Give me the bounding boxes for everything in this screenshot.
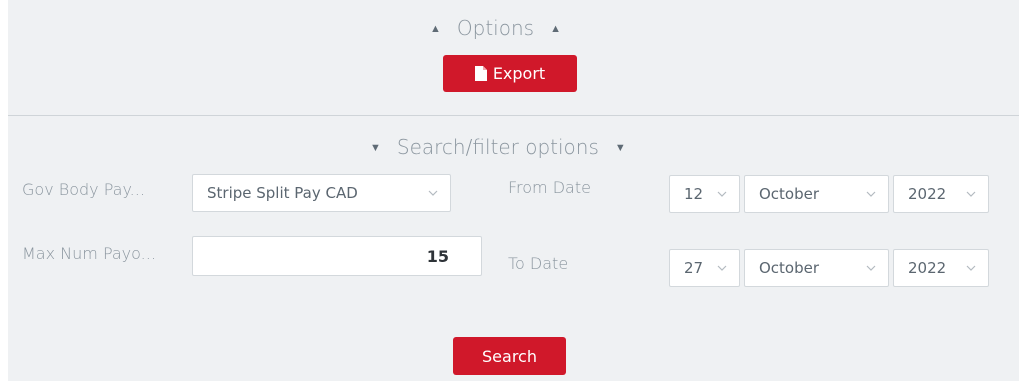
to-date-year-select[interactable]: 2022 (893, 249, 989, 287)
chevron-down-icon (717, 191, 727, 197)
from-date-day-value: 12 (684, 185, 704, 203)
from-date-label: From Date (508, 178, 591, 197)
chevron-down-icon (866, 191, 876, 197)
gov-body-select-value: Stripe Split Pay CAD (207, 184, 358, 202)
max-num-label: Max Num Payo... (22, 244, 156, 263)
chevron-down-icon (966, 265, 976, 271)
chevron-down-icon (428, 190, 438, 196)
from-date-month-select[interactable]: October (744, 175, 889, 213)
options-panel: ▲ Options ▲ Export ▼ Search/filter optio… (8, 0, 1019, 381)
chevron-down-icon (866, 265, 876, 271)
export-button[interactable]: Export (443, 55, 577, 92)
file-icon (474, 66, 487, 81)
to-date-day-select[interactable]: 27 (669, 249, 740, 287)
caret-up-icon: ▲ (550, 21, 561, 35)
options-toggle[interactable]: ▲ Options ▲ (430, 16, 561, 40)
search-button-label: Search (482, 346, 537, 366)
caret-up-icon: ▲ (430, 21, 441, 35)
from-date-year-value: 2022 (908, 185, 947, 203)
caret-down-icon: ▼ (614, 140, 626, 154)
to-date-year-value: 2022 (908, 259, 947, 277)
export-button-label: Export (492, 64, 546, 83)
search-button[interactable]: Search (453, 337, 566, 375)
search-filter-toggle[interactable]: ▼ Search/filter options ▼ (370, 135, 626, 159)
to-date-day-value: 27 (684, 259, 704, 277)
to-date-label: To Date (508, 254, 569, 273)
gov-body-label: Gov Body Pay... (22, 180, 145, 199)
from-date-year-select[interactable]: 2022 (893, 175, 989, 213)
gov-body-select[interactable]: Stripe Split Pay CAD (192, 174, 451, 212)
search-filter-toggle-label: Search/filter options (396, 135, 599, 159)
from-date-month-value: October (759, 185, 820, 203)
from-date-day-select[interactable]: 12 (669, 175, 740, 213)
to-date-month-value: October (759, 259, 820, 277)
to-date-month-select[interactable]: October (744, 249, 889, 287)
max-num-input[interactable]: 15 (192, 236, 482, 276)
max-num-input-value: 15 (426, 246, 449, 266)
chevron-down-icon (966, 191, 976, 197)
section-divider (8, 115, 1019, 116)
options-toggle-label: Options (456, 16, 535, 40)
caret-down-icon: ▼ (370, 140, 381, 154)
chevron-down-icon (717, 265, 727, 271)
